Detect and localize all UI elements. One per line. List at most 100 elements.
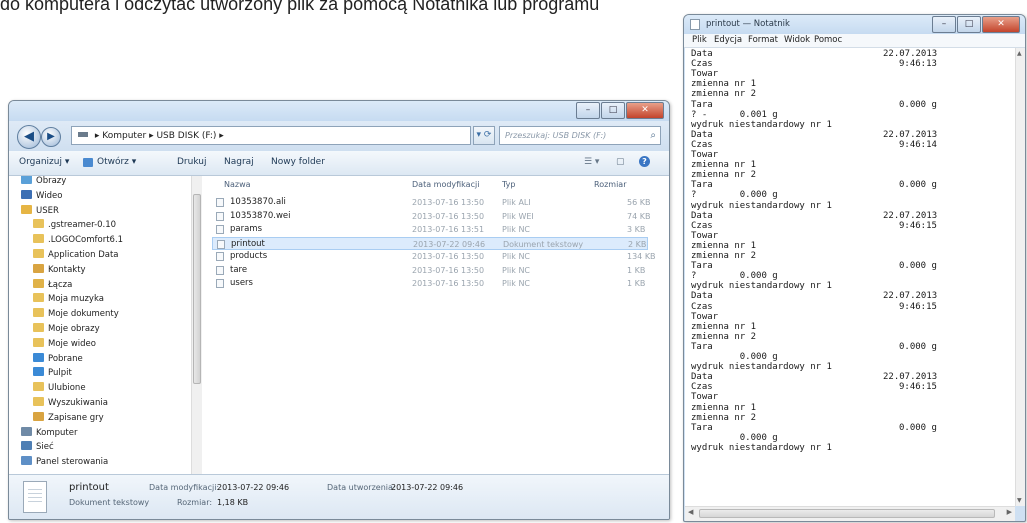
menu-help[interactable]: Pomoc [814, 34, 842, 47]
menu-view[interactable]: Widok [784, 34, 810, 47]
file-size: 3 KB [627, 225, 646, 234]
text-line-left: 0.000 g [691, 432, 778, 443]
burn-button[interactable]: Nagraj [224, 157, 254, 167]
search-icon: ⌕ [650, 130, 656, 141]
column-header-date[interactable]: Data modyfikacji [412, 180, 479, 189]
file-row[interactable]: users 2013-07-16 13:50 Plik NC 1 KB [212, 277, 648, 290]
breadcrumb-usb-disk[interactable]: USB DISK (F:) [156, 131, 216, 141]
nav-item[interactable]: Wideo [21, 189, 62, 203]
command-bar: Organizuj ▾ Otwórz ▾ Drukuj Nagraj Nowy … [9, 151, 669, 176]
change-view-icon[interactable]: ☰ ▾ [584, 157, 599, 167]
navigation-scrollbar[interactable] [191, 176, 202, 474]
column-header-size[interactable]: Rozmiar [594, 180, 627, 189]
text-line-left: zmienna nr 2 [691, 170, 757, 181]
text-line-left: zmienna nr 1 [691, 321, 757, 332]
column-header-type[interactable]: Typ [502, 180, 515, 189]
search-input[interactable]: Przeszukaj: USB DISK (F:) ⌕ [499, 126, 661, 145]
organize-button[interactable]: Organizuj ▾ [19, 157, 69, 167]
saved-games-folder-icon [33, 411, 44, 421]
nav-item[interactable]: Wyszukiwania [33, 396, 108, 410]
text-line-left: Czas [691, 139, 713, 150]
nav-item[interactable]: Moja muzyka [33, 292, 104, 306]
text-line: zmienna nr 2 [691, 332, 756, 342]
file-type: Plik NC [502, 252, 531, 261]
notepad-vertical-scrollbar[interactable]: ▲ ▼ [1015, 48, 1025, 506]
nav-item[interactable]: Moje wideo [33, 337, 96, 351]
text-line-right: 22.07.2013 [883, 210, 938, 221]
nav-item[interactable]: .gstreamer-0.10 [33, 218, 116, 232]
text-line-left: Data [691, 372, 713, 383]
forward-button[interactable]: ▶ [41, 127, 61, 147]
text-line-right: 22.07.2013 [883, 129, 938, 140]
refresh-button[interactable]: ▾ ⟳ [473, 126, 495, 145]
menu-file[interactable]: Plik [692, 34, 707, 47]
notepad-title: printout — Notatnik [706, 19, 790, 29]
text-line-right: 9:46:14 [899, 139, 937, 150]
back-button[interactable]: ◀ [17, 125, 41, 149]
text-line-right: 0.000 g [899, 180, 937, 191]
nav-item[interactable]: .LOGOComfort6.1 [33, 233, 123, 247]
close-button[interactable]: ✕ [982, 16, 1020, 33]
nav-item[interactable]: Pobrane [33, 352, 83, 366]
nav-item[interactable]: Panel sterowania [21, 455, 108, 469]
maximize-button[interactable]: □ [957, 16, 981, 33]
text-line-left: Towar [691, 392, 719, 403]
nav-item[interactable]: Moje obrazy [33, 322, 100, 336]
open-button[interactable]: Otwórz ▾ [97, 157, 136, 167]
text-line: wydruk niestandardowy nr 1 [691, 120, 832, 130]
text-line-left: Data [691, 49, 713, 59]
file-row[interactable]: 10353870.ali 2013-07-16 13:50 Plik ALI 56 K… [212, 196, 650, 209]
scroll-down-arrow-icon[interactable]: ▼ [1017, 497, 1022, 504]
nav-item[interactable]: Łącza [33, 278, 72, 292]
column-header-name[interactable]: Nazwa [224, 180, 251, 189]
file-row[interactable]: printout 2013-07-22 09:46 Dokument tekstow… [212, 236, 648, 250]
file-row[interactable]: products 2013-07-16 13:50 Plik NC 134 KB [212, 250, 656, 263]
text-line-left: zmienna nr 1 [691, 240, 757, 251]
nav-item[interactable]: Obrazy [21, 176, 66, 188]
text-line-right: 22.07.2013 [883, 372, 938, 383]
nav-item[interactable]: USER [21, 204, 59, 218]
notepad-horizontal-scrollbar[interactable]: ◀ ▶ [685, 506, 1015, 521]
address-bar[interactable]: ▸ Komputer ▸ USB DISK (F:) ▸ [71, 126, 471, 145]
notepad-text-area[interactable]: Data 22.07.2013 Czas 9:46:13 Towar zmienna nr… [685, 48, 1015, 506]
text-line-right: 9:46:15 [899, 382, 937, 393]
breadcrumb-computer[interactable]: Komputer [102, 131, 146, 141]
nav-item[interactable]: Zapisane gry [33, 411, 104, 425]
nav-item[interactable]: Pulpit [33, 366, 72, 380]
nav-item[interactable]: Kontakty [33, 263, 86, 277]
nav-item-label: .LOGOComfort6.1 [48, 235, 124, 246]
file-size: 134 KB [627, 252, 656, 261]
file-row[interactable]: tare 2013-07-16 13:50 Plik NC 1 KB [212, 264, 648, 277]
scroll-up-arrow-icon[interactable]: ▲ [1017, 50, 1022, 57]
scrollbar-thumb[interactable] [193, 194, 201, 384]
nav-item[interactable]: Ulubione [33, 381, 86, 395]
nav-item-label: Komputer [36, 427, 78, 438]
menu-format[interactable]: Format [748, 34, 778, 47]
network-icon [21, 441, 32, 451]
nav-item-label: Kontakty [48, 264, 86, 275]
close-button[interactable]: ✕ [626, 102, 664, 119]
menu-edit[interactable]: Edycja [714, 34, 742, 47]
new-folder-button[interactable]: Nowy folder [271, 157, 325, 167]
nav-item[interactable]: Komputer [21, 426, 77, 440]
text-line-left: wydruk niestandardowy nr 1 [691, 442, 832, 453]
text-line: Czas 9:46:15 [691, 383, 937, 392]
minimize-button[interactable]: – [932, 16, 956, 33]
file-row[interactable]: params 2013-07-16 13:51 Plik NC 3 KB [212, 223, 648, 236]
scroll-right-arrow-icon[interactable]: ▶ [1007, 508, 1012, 516]
nav-item[interactable]: Application Data [33, 248, 119, 262]
nav-item-label: Moje obrazy [48, 324, 100, 334]
scrollbar-thumb[interactable] [699, 509, 995, 518]
preview-pane-icon[interactable]: ▢ [616, 157, 625, 167]
text-line: Towar [691, 151, 718, 160]
maximize-button[interactable]: □ [601, 102, 625, 119]
scroll-left-arrow-icon[interactable]: ◀ [688, 508, 693, 516]
file-row[interactable]: 10353870.wei 2013-07-16 13:50 Plik WEI 74 K… [212, 210, 651, 223]
nav-item[interactable]: Moje dokumenty [33, 307, 119, 321]
nav-item[interactable]: Sieć [21, 440, 54, 454]
print-button[interactable]: Drukuj [177, 157, 206, 167]
help-icon[interactable]: ? [639, 156, 650, 167]
minimize-button[interactable]: – [576, 102, 600, 119]
details-modified-label: Data modyfikacji: [149, 483, 220, 492]
file-size: 74 KB [627, 211, 651, 221]
